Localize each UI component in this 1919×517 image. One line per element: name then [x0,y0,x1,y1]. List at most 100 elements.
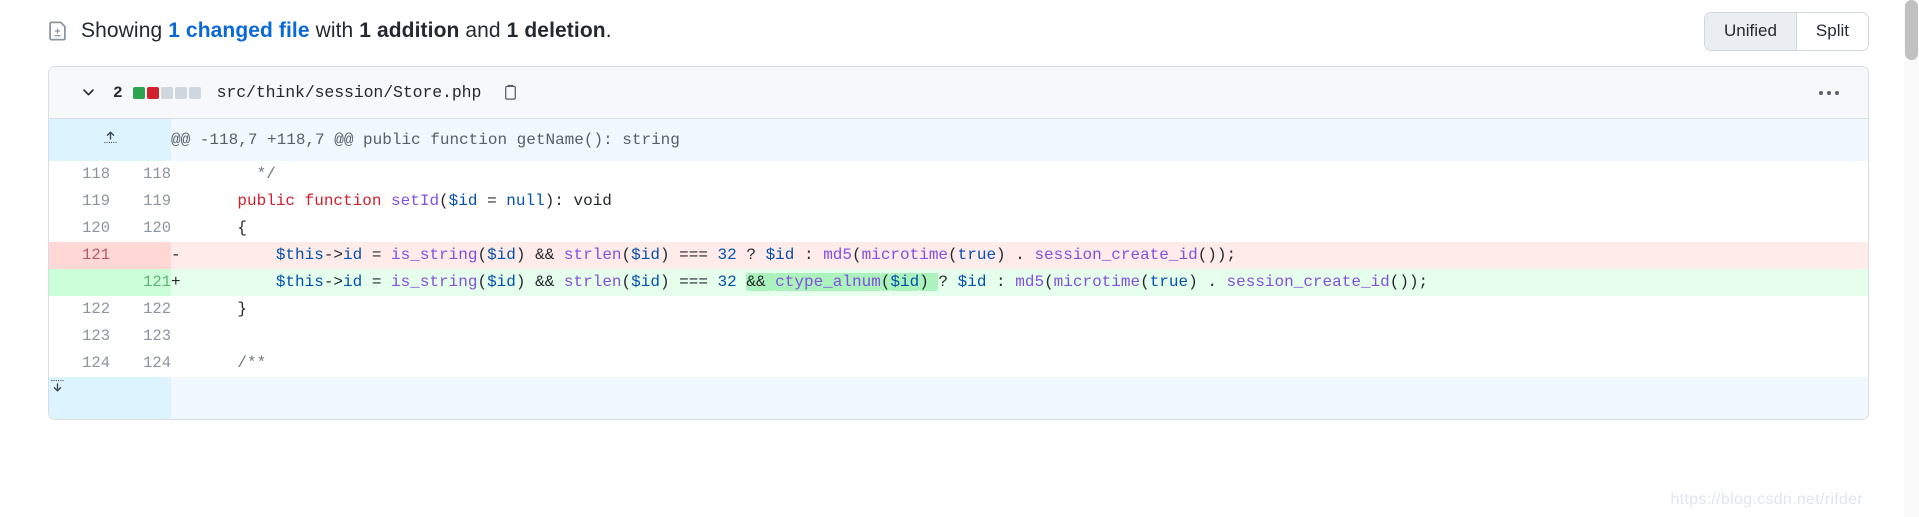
summary-deletions: 1 deletion [506,19,606,42]
code-token: ( [948,246,958,264]
change-count: 2 [113,83,123,102]
line-number-old[interactable]: 122 [49,296,110,323]
line-marker [171,296,199,323]
diff-file-header: 2 src/think/session/Store.php [49,67,1868,119]
code-token: ( [1140,273,1150,291]
line-marker [171,323,199,350]
line-number-new[interactable]: 122 [110,296,171,323]
watermark: https://blog.csdn.net/rifder [1670,491,1863,508]
line-number-old[interactable]: 121 [49,242,110,269]
code-token: session_create_id [1034,246,1198,264]
kebab-dot [1827,90,1831,95]
code-token: ? [736,246,766,264]
diff-table-body: @@ -118,7 +118,7 @@ public function getN… [49,119,1868,419]
code-token-highlighted: ) [919,273,939,291]
line-number-new[interactable]: 124 [110,350,171,377]
expand-down-icon [49,377,66,394]
line-number-new[interactable]: 118 [110,161,171,188]
summary-conjunction: and [459,19,507,42]
code-token: id [343,273,363,291]
line-number-old[interactable]: 120 [49,215,110,242]
expand-down-button[interactable] [49,377,171,419]
tab-split[interactable]: Split [1795,12,1868,50]
code-token-highlighted: ( [880,273,891,291]
line-code [199,323,1868,350]
line-number-old[interactable] [49,269,110,296]
diffstat-block-deleted [146,86,159,99]
diff-line-row-context: 118 118 */ [49,161,1868,188]
code-token-highlighted: $id [890,273,920,291]
diff-line-row-context: 124 124 /** [49,350,1868,377]
page-scrollbar-thumb[interactable] [1905,0,1918,60]
code-token: ( [852,246,862,264]
code-token: session_create_id [1226,273,1390,291]
code-token: */ [256,165,276,183]
diff-summary-bar: Showing 1 changed file with 1 addition a… [0,0,1919,62]
code-token: null [506,192,545,210]
code-token: $this [275,246,324,264]
tab-unified[interactable]: Unified [1705,12,1796,50]
line-number-new[interactable] [110,242,171,269]
code-token: ) === [659,273,718,291]
changed-files-link[interactable]: 1 changed file [168,19,309,43]
code-token: ( [621,273,632,291]
code-token: ): void [544,192,612,210]
kebab-dot [1835,90,1839,95]
code-token: ( [1044,273,1054,291]
diff-hunk-row: @@ -118,7 +118,7 @@ public function getN… [49,119,1868,161]
file-path[interactable]: src/think/session/Store.php [217,83,482,102]
code-token: ) && [515,273,564,291]
line-number-old[interactable]: 123 [49,323,110,350]
diffstat-block-neutral [174,86,187,99]
line-code: } [199,296,1868,323]
diff-file-header-left: 2 src/think/session/Store.php [75,80,521,106]
diff-line-row-context: 122 122 } [49,296,1868,323]
line-code: public function setId($id = null): void [199,188,1868,215]
code-token: : [986,273,1016,291]
line-code: /** [199,350,1868,377]
code-token: 32 [717,246,737,264]
diff-line-row-context: 119 119 public function setId($id = null)… [49,188,1868,215]
code-token: $id [957,273,987,291]
line-number-old[interactable]: 124 [49,350,110,377]
code-token: } [199,300,248,318]
diff-view-toggle[interactable]: Unified Split [1704,11,1869,51]
diff-line-row-context: 123 123 [49,323,1868,350]
code-token: -> [323,273,344,291]
diffstat-block-neutral [160,86,173,99]
chevron-down-icon[interactable] [75,80,101,106]
page-scrollbar[interactable] [1904,0,1919,517]
kebab-dot [1819,90,1823,95]
line-number-new[interactable]: 123 [110,323,171,350]
line-marker [171,350,199,377]
code-token: id [343,246,363,264]
diffstat-block-added [132,86,145,99]
line-number-new[interactable]: 119 [110,188,171,215]
code-token: ) === [659,246,718,264]
code-token: setId [391,192,440,210]
line-code: $this->id = is_string($id) && strlen($id… [199,269,1868,296]
kebab-horizontal-icon[interactable] [1812,79,1846,107]
line-code: $this->id = is_string($id) && strlen($id… [199,242,1868,269]
diff-line-row-context: 120 120 { [49,215,1868,242]
code-token: is_string [391,246,478,264]
code-token: is_string [391,273,478,291]
code-token: ? [938,273,958,291]
line-number-old[interactable]: 119 [49,188,110,215]
line-number-old[interactable]: 118 [49,161,110,188]
code-token: : [794,246,824,264]
copy-icon[interactable] [499,82,521,104]
code-token: 32 [717,273,737,291]
expand-up-button[interactable] [49,119,171,161]
diff-table: @@ -118,7 +118,7 @@ public function getN… [49,119,1868,419]
code-token: ( [621,246,632,264]
line-number-new[interactable]: 121 [110,269,171,296]
diff-expand-down-row [49,377,1868,419]
code-token: { [199,219,248,237]
code-token: true [1149,273,1189,291]
line-marker: + [171,269,199,296]
line-number-new[interactable]: 120 [110,215,171,242]
